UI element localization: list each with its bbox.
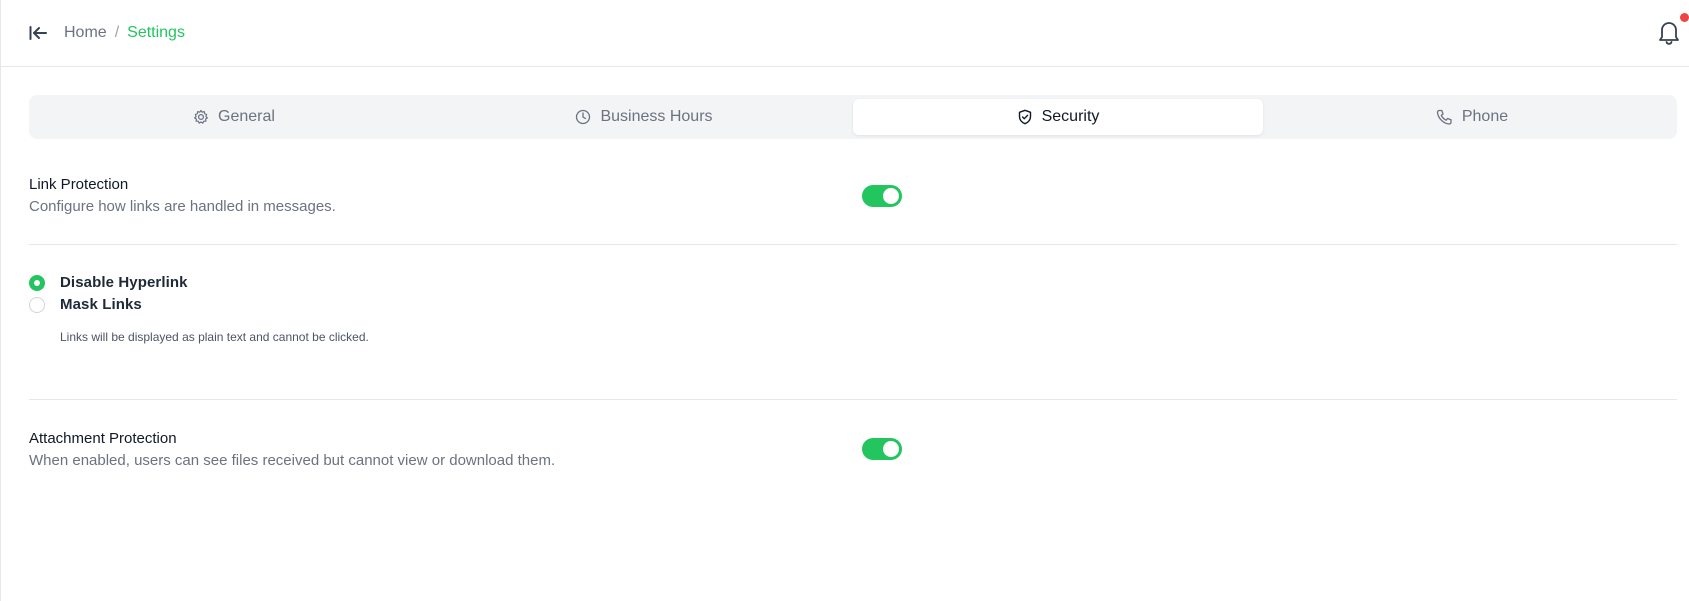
radio-disable-hyperlink-label: Disable Hyperlink [60, 274, 188, 291]
tab-business-hours[interactable]: Business Hours [439, 99, 849, 135]
gear-icon [193, 109, 209, 125]
breadcrumb-home-link[interactable]: Home [64, 24, 107, 42]
tab-phone[interactable]: Phone [1267, 99, 1677, 135]
radio-mask-links-label: Mask Links [60, 296, 142, 313]
radio-disable-hyperlink[interactable]: Disable Hyperlink [29, 274, 188, 291]
shield-check-icon [1017, 109, 1033, 125]
collapse-sidebar-button[interactable] [27, 22, 49, 44]
radio-button-unchecked [29, 296, 45, 313]
top-header: Home / Settings [1, 0, 1689, 67]
phone-icon [1436, 109, 1453, 126]
clock-icon [575, 109, 591, 125]
breadcrumb: Home / Settings [64, 22, 185, 44]
attachment-protection-description: When enabled, users can see files receiv… [29, 452, 556, 469]
notification-badge [1680, 13, 1689, 22]
radio-mask-links[interactable]: Mask Links [29, 296, 142, 313]
radio-button-checked [29, 274, 45, 291]
tab-general-label: General [218, 108, 275, 125]
tab-phone-label: Phone [1461, 108, 1509, 125]
breadcrumb-separator: / [114, 24, 120, 41]
link-protection-toggle[interactable] [862, 185, 902, 207]
tab-security[interactable]: Security [853, 99, 1263, 135]
link-option-help-text: Links will be displayed as plain text an… [60, 330, 369, 344]
attachment-protection-title: Attachment Protection [29, 430, 177, 447]
settings-tabs: General Business Hours Security Phone [29, 95, 1677, 139]
toggle-knob [883, 441, 899, 457]
tab-business-hours-label: Business Hours [600, 108, 713, 125]
toggle-knob [883, 188, 899, 204]
breadcrumb-current: Settings [127, 24, 185, 41]
bell-icon [1659, 22, 1679, 45]
collapse-left-icon [29, 26, 47, 40]
attachment-protection-toggle[interactable] [862, 438, 902, 460]
tab-general[interactable]: General [29, 99, 439, 135]
tab-security-label: Security [1041, 108, 1100, 125]
section-divider [29, 399, 1677, 400]
section-divider [29, 244, 1677, 245]
notifications-button[interactable] [1657, 19, 1681, 45]
settings-page: Home / Settings General Business Hours S… [0, 0, 1689, 601]
link-protection-title: Link Protection [29, 176, 129, 193]
link-protection-description: Configure how links are handled in messa… [29, 198, 336, 215]
